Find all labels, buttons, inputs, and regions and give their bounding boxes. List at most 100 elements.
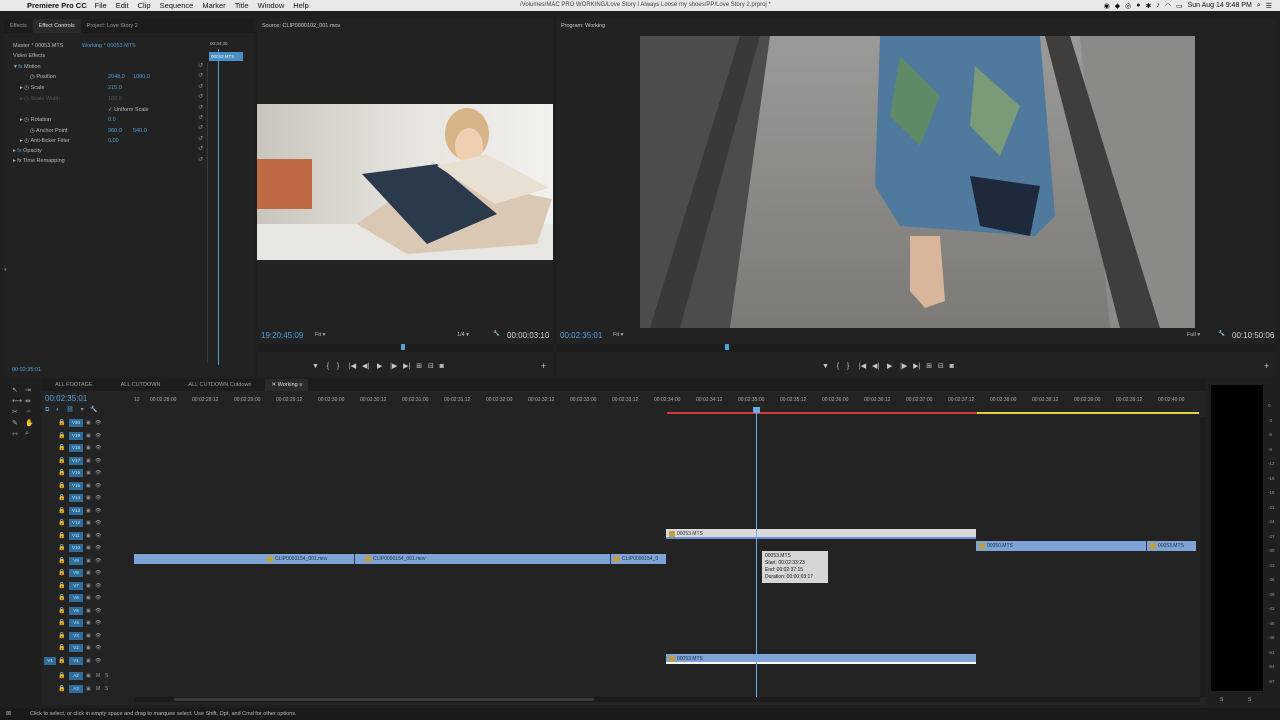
track-select-tool-icon[interactable]: ⇥ [25,386,31,394]
hand-tool-icon[interactable]: ✋ [25,419,34,427]
source-patch[interactable]: V1 [44,656,56,665]
zoom-tool-icon[interactable]: ⌕ [25,430,29,438]
extract-icon[interactable]: ⊟ [938,363,944,370]
rotation-value[interactable]: 0.0 [108,115,116,125]
motion-row[interactable]: ▾ fx Motion [14,62,41,72]
menu-window[interactable]: Window [258,1,285,10]
tab-effects[interactable]: Effects [4,19,33,33]
menu-marker[interactable]: Marker [202,1,225,10]
lock-icon[interactable]: 🔒 [58,607,66,615]
source-fit-dropdown[interactable]: Fit ▾ [315,332,325,338]
source-playhead[interactable] [401,344,405,350]
sync-lock-icon[interactable]: ▣ [86,544,92,552]
source-timecode[interactable]: 19:20:45:09 [261,331,303,340]
eye-icon[interactable]: 👁 [95,644,101,652]
meter-solo-left[interactable]: S [1220,697,1223,703]
reset-icon[interactable]: ↺ [198,71,206,81]
sync-lock-icon[interactable]: ▣ [86,432,92,440]
track-target[interactable]: V16 [69,469,83,477]
reset-icon[interactable]: ↺ [198,103,206,113]
lock-icon[interactable]: 🔒 [58,672,66,680]
reset-icon[interactable]: ↺ [198,123,206,133]
lift-icon[interactable]: ⊞ [926,363,932,370]
sync-lock-icon[interactable]: ▣ [86,444,92,452]
eye-icon[interactable]: 👁 [95,544,101,552]
program-scrubber[interactable] [556,344,1276,352]
lock-icon[interactable]: 🔒 [58,582,66,590]
lock-icon[interactable]: 🔒 [58,619,66,627]
razor-tool-icon[interactable]: ✂ [12,408,18,416]
eye-icon[interactable]: 👁 [95,657,101,665]
app-name[interactable]: Premiere Pro CC [27,1,87,10]
mark-in-icon[interactable]: { [837,363,839,370]
source-settings-icon[interactable]: 🔧 [493,331,500,337]
clip-v10-00050[interactable]: 00050.MTS [976,541,1146,551]
lock-icon[interactable]: 🔒 [58,632,66,640]
vertical-scrollbar[interactable] [1200,417,1205,697]
step-forward-icon[interactable]: |▶ [390,363,397,370]
marker-icon[interactable]: ▼ [822,363,829,370]
tab-all-cutdown[interactable]: ALL CUTDOWN [115,379,167,391]
sync-lock-icon[interactable]: ▣ [86,557,92,565]
sync-lock-icon[interactable]: ▣ [86,519,92,527]
meter-solo-right[interactable]: S [1248,697,1251,703]
lock-icon[interactable]: 🔒 [58,432,66,440]
eye-icon[interactable]: 👁 [95,432,101,440]
pen-tool-icon[interactable]: ✎ [12,419,18,427]
eye-icon[interactable]: 👁 [95,557,101,565]
sync-lock-icon[interactable]: ▣ [86,507,92,515]
ripple-edit-tool-icon[interactable]: ⟷ [12,397,22,405]
clip-v1-00053[interactable]: 00053.MTS [666,654,976,664]
tab-project[interactable]: Project: Love Story 2 [81,19,144,33]
record-icon[interactable]: ◉ [1104,2,1110,10]
lock-icon[interactable]: 🔒 [58,457,66,465]
rolling-edit-tool-icon[interactable]: ⇹ [25,397,31,405]
lock-icon[interactable]: 🔒 [58,685,66,693]
linked-selection-icon[interactable]: ⛓ [66,407,74,413]
lock-icon[interactable]: 🔒 [58,519,66,527]
track-target[interactable]: V1 [69,656,83,665]
menu-edit[interactable]: Edit [116,1,129,10]
clip-v10-00053[interactable]: 00053.MTS [1146,541,1196,551]
lock-icon[interactable]: 🔒 [58,532,66,540]
sync-lock-icon[interactable]: ▣ [86,457,92,465]
step-back-icon[interactable]: ◀| [872,363,879,370]
track-target[interactable]: V15 [69,481,83,490]
track-target[interactable]: V12 [69,519,83,527]
timeline-settings-icon[interactable]: 🔧 [90,407,97,413]
clip-v9-c[interactable]: CLIP0000154_0 [610,554,666,564]
eye-icon[interactable]: 👁 [95,457,101,465]
reset-icon[interactable]: ↺ [198,82,206,92]
eye-icon[interactable]: 👁 [95,494,101,502]
collapse-icon[interactable]: ▾ [4,267,7,273]
uniform-scale-row[interactable]: ✓ Uniform Scale [108,105,149,115]
sync-lock-icon[interactable]: ▣ [86,419,92,427]
mark-in-icon[interactable]: { [327,363,329,370]
track-target[interactable]: V11 [69,531,83,540]
solo-button[interactable]: S [105,685,111,693]
program-playhead[interactable] [725,344,729,350]
track-target[interactable]: V2 [69,644,83,652]
lock-icon[interactable]: 🔒 [58,494,66,502]
sync-lock-icon[interactable]: ▣ [86,594,92,602]
menu-help[interactable]: Help [293,1,308,10]
sync-lock-icon[interactable]: ▣ [86,632,92,640]
lock-icon[interactable]: 🔒 [58,507,66,515]
play-icon[interactable]: ▶ [377,363,382,370]
position-x[interactable]: 2048.0 [108,72,125,82]
sync-lock-icon[interactable]: ▣ [86,619,92,627]
track-target[interactable]: V18 [69,444,83,452]
track-target[interactable]: V10 [69,544,83,552]
reset-icon[interactable]: ↺ [198,134,206,144]
track-target[interactable]: V14 [69,494,83,502]
menu-clip[interactable]: Clip [138,1,151,10]
wifi-icon[interactable]: ◠ [1165,2,1171,10]
solo-button[interactable]: S [105,672,111,680]
eye-icon[interactable]: 👁 [95,419,101,427]
sync-lock-icon[interactable]: ▣ [86,657,92,665]
master-clip[interactable]: Master * 00053.MTS [13,43,63,49]
sync-lock-icon[interactable]: ▣ [86,672,92,680]
opacity-row[interactable]: ▸ fx Opacity [13,146,42,156]
sync-lock-icon[interactable]: ▣ [86,469,92,477]
track-target[interactable]: A3 [69,684,83,693]
